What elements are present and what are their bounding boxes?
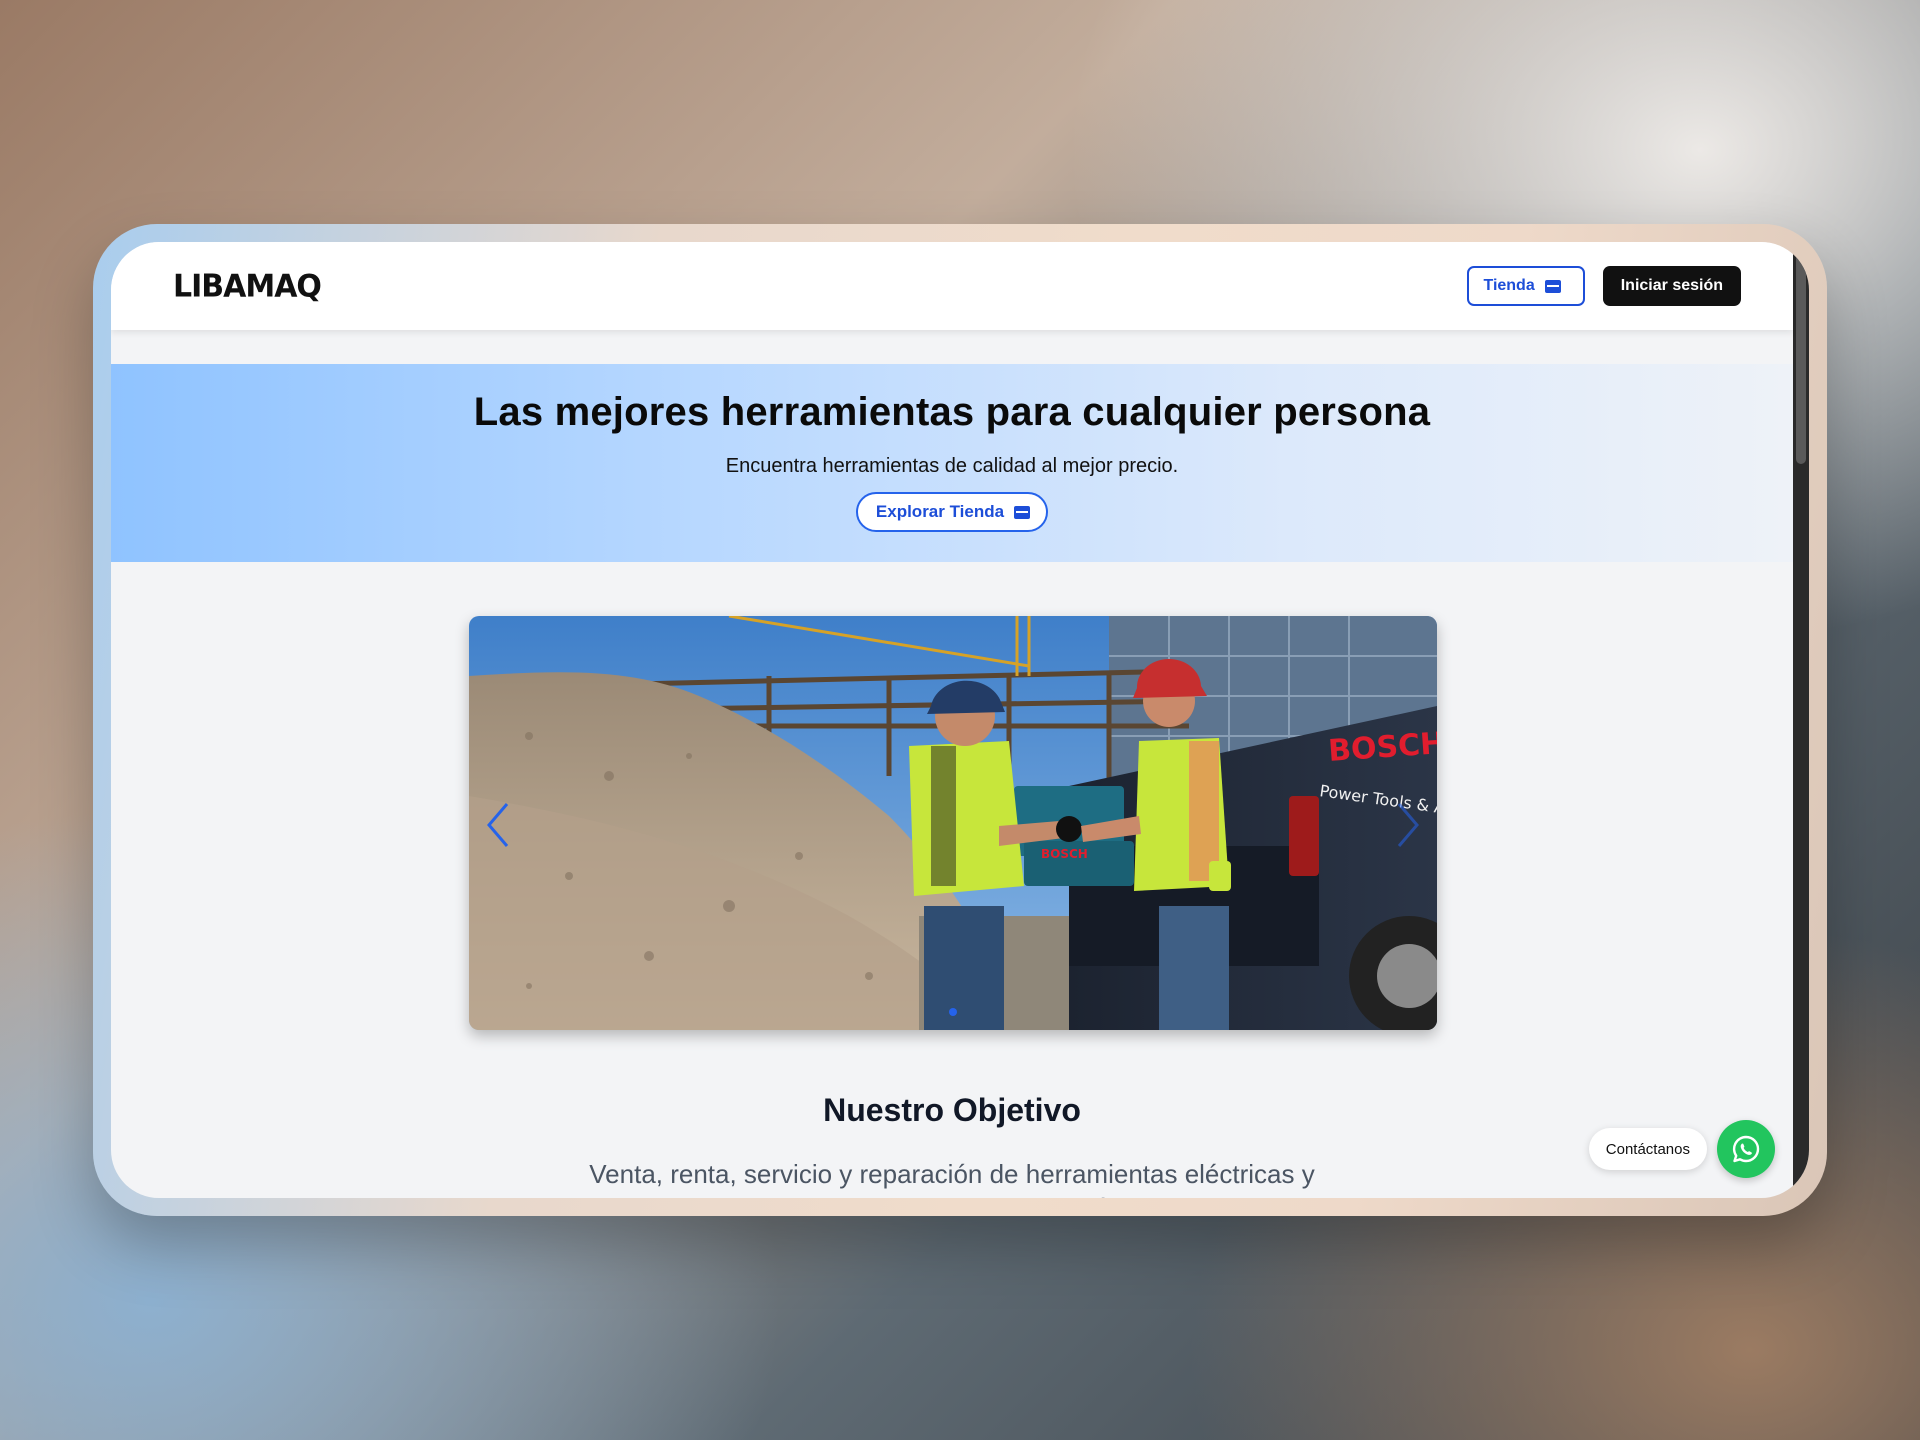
carousel-dot[interactable]: [949, 1008, 957, 1016]
login-button[interactable]: Iniciar sesión: [1602, 266, 1741, 306]
store-button-label: Tienda: [1483, 277, 1535, 294]
carousel-next-button[interactable]: [1387, 800, 1427, 850]
nav-actions: Tienda Iniciar sesión: [1467, 266, 1741, 306]
objective-title: Nuestro Objetivo: [823, 1092, 1081, 1128]
scrollbar[interactable]: [1793, 242, 1809, 1198]
site-logo[interactable]: LIBAMAQ: [173, 268, 322, 305]
hero-subtitle: Encuentra herramientas de calidad al mej…: [725, 455, 1179, 477]
store-button[interactable]: Tienda: [1467, 266, 1585, 306]
page: LIBAMAQ Tienda Iniciar sesión Las mejore…: [111, 242, 1793, 1198]
hero-title: Las mejores herramientas para cualquier …: [473, 390, 1431, 434]
carousel-indicators: [949, 1008, 957, 1016]
explore-store-button[interactable]: Explorar Tienda: [855, 492, 1049, 532]
bosch-logo-text: BOSCH: [1327, 726, 1437, 769]
image-carousel[interactable]: BOSCH Power Tools & Acc BOSCH: [469, 616, 1437, 1030]
objective-section: Nuestro Objetivo Venta, renta, servicio …: [111, 1092, 1793, 1198]
objective-text: Venta, renta, servicio y reparación de h…: [589, 1159, 1315, 1198]
scrollbar-thumb[interactable]: [1796, 254, 1806, 464]
device-frame: LIBAMAQ Tienda Iniciar sesión Las mejore…: [93, 224, 1827, 1216]
whatsapp-button[interactable]: [1717, 1120, 1775, 1178]
browser-viewport: LIBAMAQ Tienda Iniciar sesión Las mejore…: [111, 242, 1809, 1198]
contact-label[interactable]: Contáctanos: [1588, 1128, 1707, 1170]
store-icon: [1014, 505, 1031, 519]
explore-store-label: Explorar Tienda: [875, 502, 1005, 521]
toolbox-brand-text: BOSCH: [1041, 847, 1088, 861]
store-icon: [1544, 279, 1561, 293]
carousel-prev-button[interactable]: [479, 800, 519, 850]
whatsapp-icon: [1732, 1135, 1760, 1163]
hero-banner: Las mejores herramientas para cualquier …: [111, 364, 1793, 562]
contact-widget[interactable]: Contáctanos: [1588, 1120, 1775, 1178]
chevron-left-icon: [487, 803, 509, 847]
site-header: LIBAMAQ Tienda Iniciar sesión: [111, 242, 1793, 330]
chevron-right-icon: [1397, 803, 1419, 847]
carousel-slide-image: BOSCH Power Tools & Acc BOSCH: [469, 616, 1437, 1030]
